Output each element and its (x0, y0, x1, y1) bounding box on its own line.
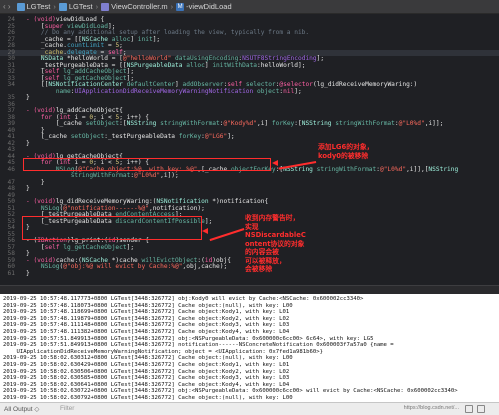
code-text: } (26, 269, 30, 277)
annotation-arrowhead-1 (272, 160, 278, 166)
jump-bar: ‹ › LGTest › LGTest › ViewController.m ›… (0, 0, 499, 14)
console-line: 2019-09-25 10:58:02.630792+0800 LGTest[3… (3, 395, 293, 401)
folder-icon (58, 2, 67, 11)
breadcrumb-project[interactable]: LGTest (16, 2, 50, 11)
highlight-box-discard (22, 216, 202, 240)
console-status-bar: All Output ◇ Filter https://blog.csdn.ne… (0, 402, 499, 415)
output-mode-selector[interactable]: All Output ◇ (4, 405, 39, 413)
annotation-note-memory: 收到内存警告时， 实现 NSDiscardableC ontent协议的对象 的… (245, 214, 306, 273)
annotation-note-add: 添加LG6的对象， kody0的被移除 (318, 143, 374, 160)
annotation-arrowhead-2 (202, 228, 208, 234)
method-icon: M (176, 2, 185, 11)
objc-file-icon (101, 2, 110, 11)
nav-arrows[interactable]: ‹ › (3, 2, 11, 11)
breadcrumb-file[interactable]: ViewController.m (101, 2, 168, 11)
highlight-box-add-lg6 (23, 158, 271, 171)
filter-field[interactable]: Filter (60, 405, 74, 412)
split-view-icon[interactable] (477, 405, 485, 413)
console-controls (465, 405, 495, 413)
console-output[interactable]: 2019-09-25 10:57:48.117773+0800 LGTest[3… (0, 294, 499, 402)
breadcrumb-method[interactable]: M -viewDidLoad (176, 2, 232, 11)
line-number: 61 (7, 269, 15, 277)
watermark-url: https://blog.csdn.net/... (403, 405, 459, 411)
folder-icon (16, 2, 25, 11)
breadcrumb-group[interactable]: LGTest (58, 2, 93, 11)
trash-icon[interactable] (465, 405, 473, 413)
